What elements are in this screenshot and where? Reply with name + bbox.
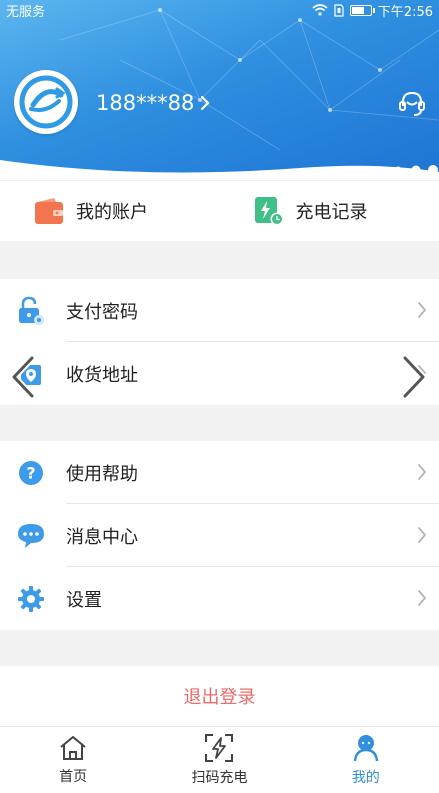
sim-icon — [334, 3, 344, 17]
tab-scan-charge-label: 扫码充电 — [191, 770, 248, 786]
my-account-label: 我的账户 — [76, 202, 148, 223]
my-account-button[interactable]: 我的账户 — [0, 181, 220, 241]
chevron-left-icon[interactable] — [8, 355, 38, 399]
menu-group-support: ? 使用帮助 消息中心 设置 — [0, 441, 439, 630]
logout-button[interactable]: 退出登录 — [0, 666, 439, 726]
header-wave — [0, 160, 439, 180]
settings-item[interactable]: 设置 — [0, 567, 439, 630]
help-icon: ? — [19, 460, 43, 485]
chevron-right-icon — [418, 464, 427, 480]
lock-icon — [19, 296, 44, 325]
phone-number: 188***88 — [96, 91, 195, 115]
tab-home-label: 首页 — [59, 769, 88, 785]
message-center-item[interactable]: 消息中心 — [0, 504, 439, 567]
usage-help-item[interactable]: ? 使用帮助 — [0, 441, 439, 504]
clock-text: 下午2:56 — [377, 4, 433, 20]
tab-mine-label: 我的 — [351, 770, 380, 786]
charge-record-button[interactable]: 充电记录 — [220, 181, 439, 241]
message-center-label: 消息中心 — [66, 526, 138, 548]
charge-record-icon — [254, 197, 283, 226]
home-icon — [60, 736, 86, 760]
carrier-text: 无服务 — [6, 4, 46, 20]
scan-charge-icon — [205, 734, 234, 762]
gear-icon — [18, 585, 44, 612]
tab-home[interactable]: 首页 — [0, 727, 146, 793]
payment-password-item[interactable]: 支付密码 — [0, 279, 439, 342]
svg-text:?: ? — [26, 463, 35, 482]
profile-icon — [353, 735, 379, 762]
message-icon — [18, 523, 44, 548]
profile-header: 无服务 下午2:56 188***88 — [0, 0, 439, 180]
tab-mine[interactable]: 我的 — [293, 727, 439, 793]
profile-page: 无服务 下午2:56 188***88 我的账户 充电记录 支付密码 收货地址 … — [0, 0, 439, 793]
app-logo-icon — [19, 75, 73, 129]
customer-service-icon[interactable] — [396, 88, 428, 120]
wallet-icon — [35, 198, 63, 224]
chevron-right-icon — [418, 590, 427, 606]
settings-label: 设置 — [66, 589, 102, 611]
chevron-right-icon — [201, 95, 210, 111]
shipping-address-item[interactable]: 收货地址 — [0, 342, 439, 405]
payment-password-label: 支付密码 — [66, 301, 138, 323]
status-bar: 无服务 下午2:56 — [0, 0, 439, 20]
menu-group-security: 支付密码 收货地址 — [0, 279, 439, 405]
wifi-icon — [312, 4, 328, 16]
avatar[interactable] — [14, 70, 78, 134]
usage-help-label: 使用帮助 — [66, 463, 138, 485]
tab-scan-charge[interactable]: 扫码充电 — [146, 727, 292, 793]
chevron-right-icon — [418, 527, 427, 543]
phone-link[interactable]: 188***88 — [96, 90, 210, 116]
charge-record-label: 充电记录 — [295, 202, 368, 223]
quick-actions: 我的账户 充电记录 — [0, 181, 439, 241]
bottom-tab-bar: 首页 扫码充电 我的 — [0, 726, 439, 793]
battery-icon — [349, 4, 375, 16]
chevron-right-icon[interactable] — [399, 355, 429, 399]
chevron-right-icon — [418, 302, 427, 318]
shipping-address-label: 收货地址 — [66, 364, 138, 386]
